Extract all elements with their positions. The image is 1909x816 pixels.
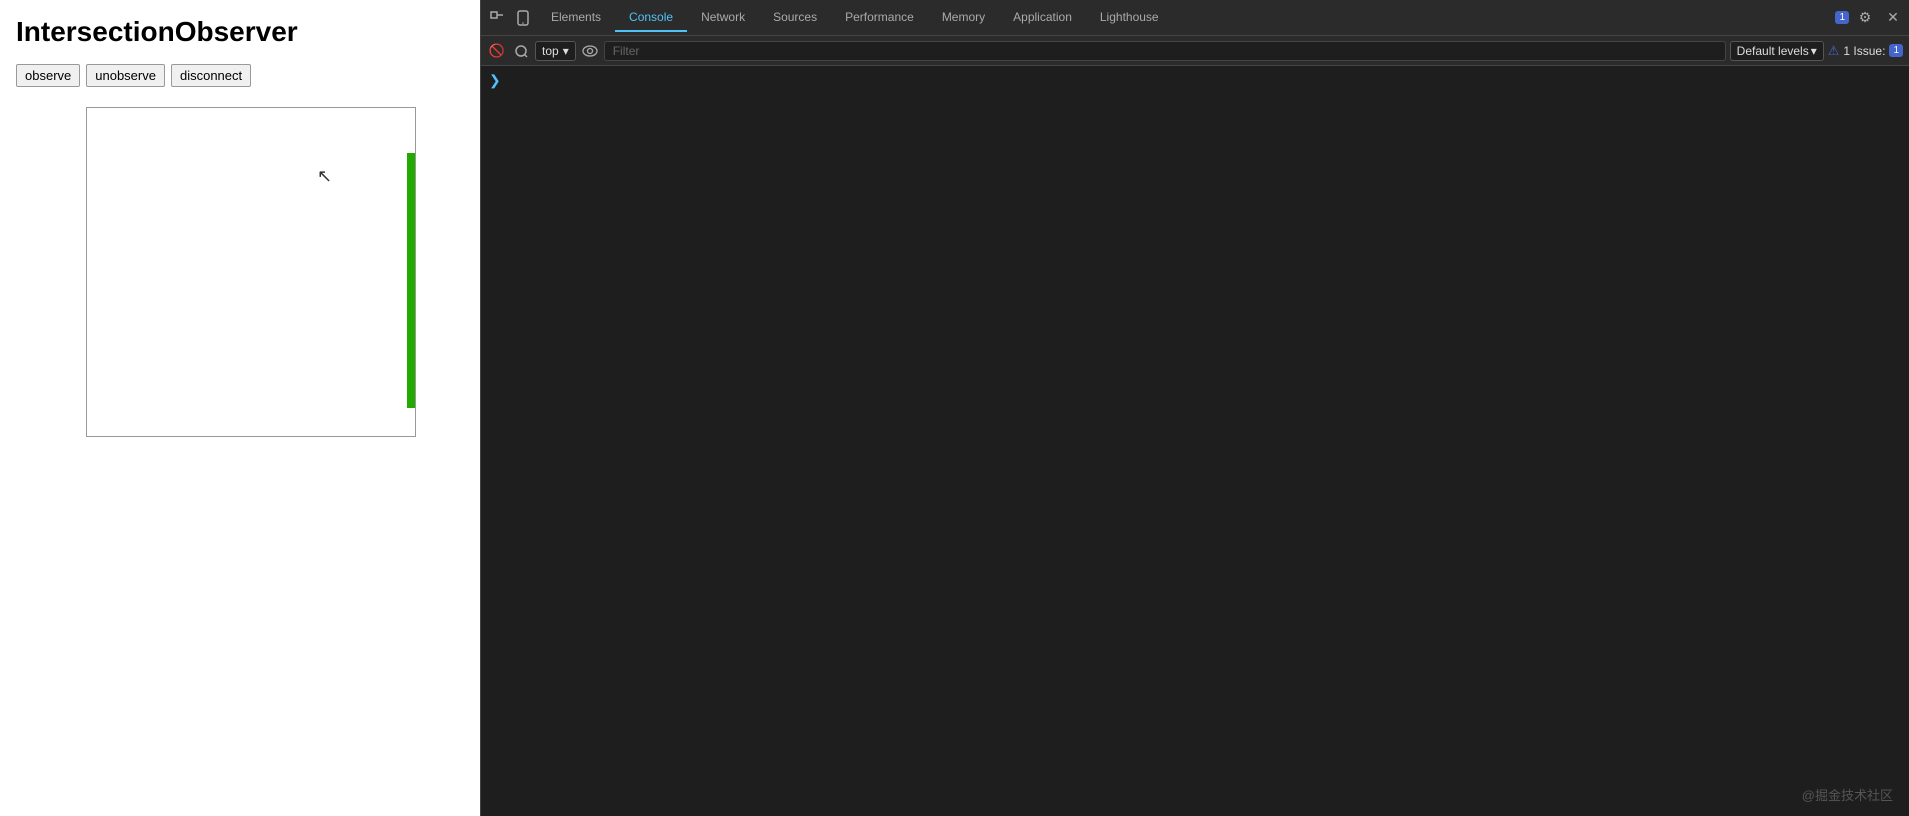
observe-button[interactable]: observe [16, 64, 80, 87]
default-levels-chevron-icon: ▾ [1811, 44, 1817, 58]
cursor-icon: ↖ [317, 166, 332, 187]
context-value: top [542, 44, 559, 58]
watermark: @掘金技术社区 [1802, 785, 1893, 804]
filter-input[interactable] [604, 41, 1726, 61]
issues-warning-icon: ⚠ [1828, 43, 1840, 59]
issues-badge: ⚠ 1 Issue: 1 [1828, 43, 1903, 59]
console-toolbar: 🚫 top ▾ Default levels ▾ ⚠ 1 Issue: 1 [481, 36, 1909, 66]
eye-icon[interactable] [580, 41, 600, 61]
clear-console-icon[interactable]: 🚫 [487, 41, 507, 61]
mobile-icon[interactable] [511, 6, 535, 30]
context-selector[interactable]: top ▾ [535, 41, 576, 61]
unobserve-button[interactable]: unobserve [86, 64, 165, 87]
console-prompt-line: ❯ [481, 70, 1909, 91]
default-levels-label: Default levels [1737, 44, 1809, 58]
devtools-topbar-right: 1 ⚙ ✕ [1835, 6, 1905, 30]
filter-icon[interactable] [511, 41, 531, 61]
devtools-tabs: Elements Console Network Sources Perform… [537, 4, 1173, 32]
tab-network[interactable]: Network [687, 4, 759, 32]
inspect-element-icon[interactable] [485, 6, 509, 30]
devtools-panel: Elements Console Network Sources Perform… [480, 0, 1909, 816]
settings-icon[interactable]: ⚙ [1853, 6, 1877, 30]
issues-number-badge: 1 [1889, 44, 1903, 57]
tab-application[interactable]: Application [999, 4, 1086, 32]
observer-box: ↖ [86, 107, 416, 437]
tab-sources[interactable]: Sources [759, 4, 831, 32]
green-indicator-bar [407, 153, 415, 408]
tab-lighthouse[interactable]: Lighthouse [1086, 4, 1173, 32]
buttons-row: observe unobserve disconnect [16, 64, 464, 87]
tab-performance[interactable]: Performance [831, 4, 928, 32]
tab-memory[interactable]: Memory [928, 4, 999, 32]
context-chevron-icon: ▾ [563, 44, 569, 58]
page-title: IntersectionObserver [16, 16, 464, 48]
close-devtools-icon[interactable]: ✕ [1881, 6, 1905, 30]
observer-box-container: ↖ [86, 107, 416, 437]
console-content[interactable]: ❯ [481, 66, 1909, 816]
disconnect-button[interactable]: disconnect [171, 64, 251, 87]
issues-count-badge: 1 [1835, 11, 1849, 24]
prompt-arrow-icon: ❯ [489, 72, 501, 89]
issues-label: 1 Issue: [1843, 44, 1885, 58]
devtools-topbar: Elements Console Network Sources Perform… [481, 0, 1909, 36]
tab-elements[interactable]: Elements [537, 4, 615, 32]
web-page-panel: IntersectionObserver observe unobserve d… [0, 0, 480, 816]
default-levels-selector[interactable]: Default levels ▾ [1730, 41, 1824, 61]
tab-console[interactable]: Console [615, 4, 687, 32]
